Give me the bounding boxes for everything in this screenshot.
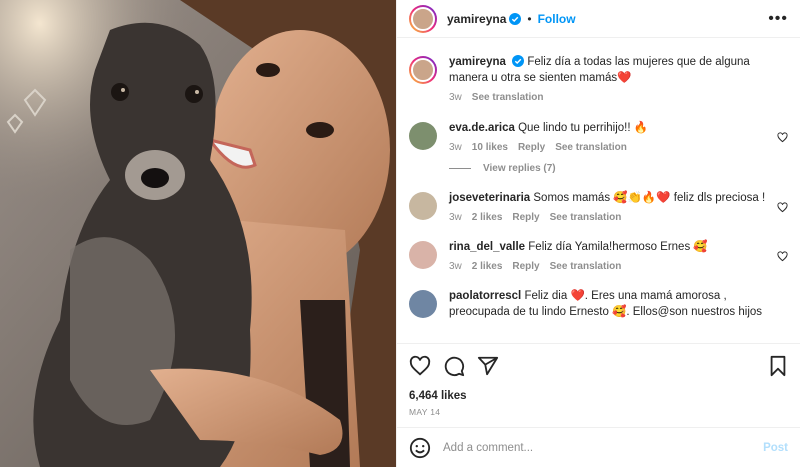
post-header: yamireyna • Follow ••• bbox=[397, 0, 800, 38]
commenter-username[interactable]: joseveterinaria bbox=[449, 192, 530, 204]
comment-text: eva.de.arica Que lindo tu perrihijo!! 🔥 bbox=[449, 120, 766, 136]
author-username[interactable]: yamireyna bbox=[447, 12, 506, 26]
caption-time: 3w bbox=[449, 92, 462, 103]
comment-likes[interactable]: 2 likes bbox=[472, 261, 503, 272]
reply-button[interactable]: Reply bbox=[518, 142, 545, 153]
comment-bubble-icon[interactable] bbox=[443, 355, 465, 377]
post-details-panel: yamireyna • Follow ••• yamireyna Feliz d… bbox=[396, 0, 800, 467]
replies-line bbox=[449, 168, 471, 169]
follow-button[interactable]: Follow bbox=[538, 12, 576, 26]
comment-body: Feliz día Yamila!hermoso Ernes 🥰 bbox=[528, 241, 708, 253]
caption: yamireyna Feliz día a todas las mujeres … bbox=[409, 54, 788, 103]
caption-text: yamireyna Feliz día a todas las mujeres … bbox=[449, 54, 766, 86]
commenter-username[interactable]: paolatorrescl bbox=[449, 290, 521, 302]
like-heart-icon[interactable] bbox=[409, 355, 431, 377]
commenter-avatar[interactable] bbox=[409, 122, 437, 150]
comment-meta: 3w 2 likes Reply See translation bbox=[449, 212, 766, 223]
comment-text: joseveterinaria Somos mamás 🥰👏🔥❤️ feliz … bbox=[449, 190, 766, 206]
more-options-icon[interactable]: ••• bbox=[768, 10, 788, 27]
verified-badge-icon bbox=[509, 12, 522, 25]
see-translation-link[interactable]: See translation bbox=[472, 92, 544, 103]
comment-text: paolatorrescl Feliz dia ❤️. Eres una mam… bbox=[449, 288, 766, 320]
view-replies-button[interactable]: View replies (7) bbox=[449, 163, 788, 174]
comment-meta: 3w 2 likes Reply See translation bbox=[449, 261, 766, 272]
comment-item: eva.de.arica Que lindo tu perrihijo!! 🔥 … bbox=[409, 120, 788, 153]
comment-time: 3w bbox=[449, 142, 462, 153]
instagram-post-modal: yamireyna • Follow ••• yamireyna Feliz d… bbox=[0, 0, 800, 467]
comment-likes[interactable]: 10 likes bbox=[472, 142, 508, 153]
see-translation-link[interactable]: See translation bbox=[550, 261, 622, 272]
emoji-smiley-icon[interactable] bbox=[409, 437, 431, 459]
verified-badge-icon bbox=[512, 55, 525, 67]
save-bookmark-icon[interactable] bbox=[768, 355, 788, 377]
comments-list[interactable]: yamireyna Feliz día a todas las mujeres … bbox=[397, 38, 800, 340]
comment-likes[interactable]: 2 likes bbox=[472, 212, 503, 223]
caption-username[interactable]: yamireyna bbox=[449, 56, 506, 68]
comment-item: joseveterinaria Somos mamás 🥰👏🔥❤️ feliz … bbox=[409, 190, 788, 223]
post-image bbox=[0, 0, 396, 467]
reply-button[interactable]: Reply bbox=[512, 212, 539, 223]
comment-item: paolatorrescl Feliz dia ❤️. Eres una mam… bbox=[409, 288, 788, 320]
comment-time: 3w bbox=[449, 261, 462, 272]
see-translation-link[interactable]: See translation bbox=[550, 212, 622, 223]
add-comment-input[interactable] bbox=[443, 441, 764, 454]
see-translation-link[interactable]: See translation bbox=[555, 142, 627, 153]
like-comment-heart-icon[interactable] bbox=[777, 132, 788, 143]
add-comment-bar: Post bbox=[397, 427, 800, 467]
reply-button[interactable]: Reply bbox=[512, 261, 539, 272]
post-comment-button[interactable]: Post bbox=[763, 442, 788, 454]
post-actions: 6,464 likes MAY 14 bbox=[397, 343, 800, 417]
share-plane-icon[interactable] bbox=[477, 355, 499, 377]
commenter-username[interactable]: rina_del_valle bbox=[449, 241, 525, 253]
comment-text: rina_del_valle Feliz día Yamila!hermoso … bbox=[449, 239, 766, 255]
comment-body: Somos mamás 🥰👏🔥❤️ feliz dls preciosa ! bbox=[533, 192, 766, 204]
caption-avatar[interactable] bbox=[409, 56, 437, 84]
post-photo[interactable] bbox=[0, 0, 396, 467]
caption-meta: 3w See translation bbox=[449, 92, 766, 103]
comment-item: rina_del_valle Feliz día Yamila!hermoso … bbox=[409, 239, 788, 272]
author-avatar[interactable] bbox=[409, 4, 437, 33]
commenter-avatar[interactable] bbox=[409, 290, 437, 318]
action-icons-row bbox=[409, 354, 788, 378]
view-replies-label[interactable]: View replies (7) bbox=[483, 163, 556, 174]
comment-meta: 3w 10 likes Reply See translation bbox=[449, 142, 766, 153]
commenter-avatar[interactable] bbox=[409, 192, 437, 220]
like-comment-heart-icon[interactable] bbox=[777, 202, 788, 213]
commenter-username[interactable]: eva.de.arica bbox=[449, 122, 515, 134]
comment-time: 3w bbox=[449, 212, 462, 223]
comment-body: Que lindo tu perrihijo!! 🔥 bbox=[518, 122, 649, 134]
likes-count[interactable]: 6,464 likes bbox=[409, 390, 788, 402]
post-date: MAY 14 bbox=[409, 407, 441, 417]
like-comment-heart-icon[interactable] bbox=[777, 251, 788, 262]
separator-dot: • bbox=[527, 11, 532, 26]
commenter-avatar[interactable] bbox=[409, 241, 437, 269]
